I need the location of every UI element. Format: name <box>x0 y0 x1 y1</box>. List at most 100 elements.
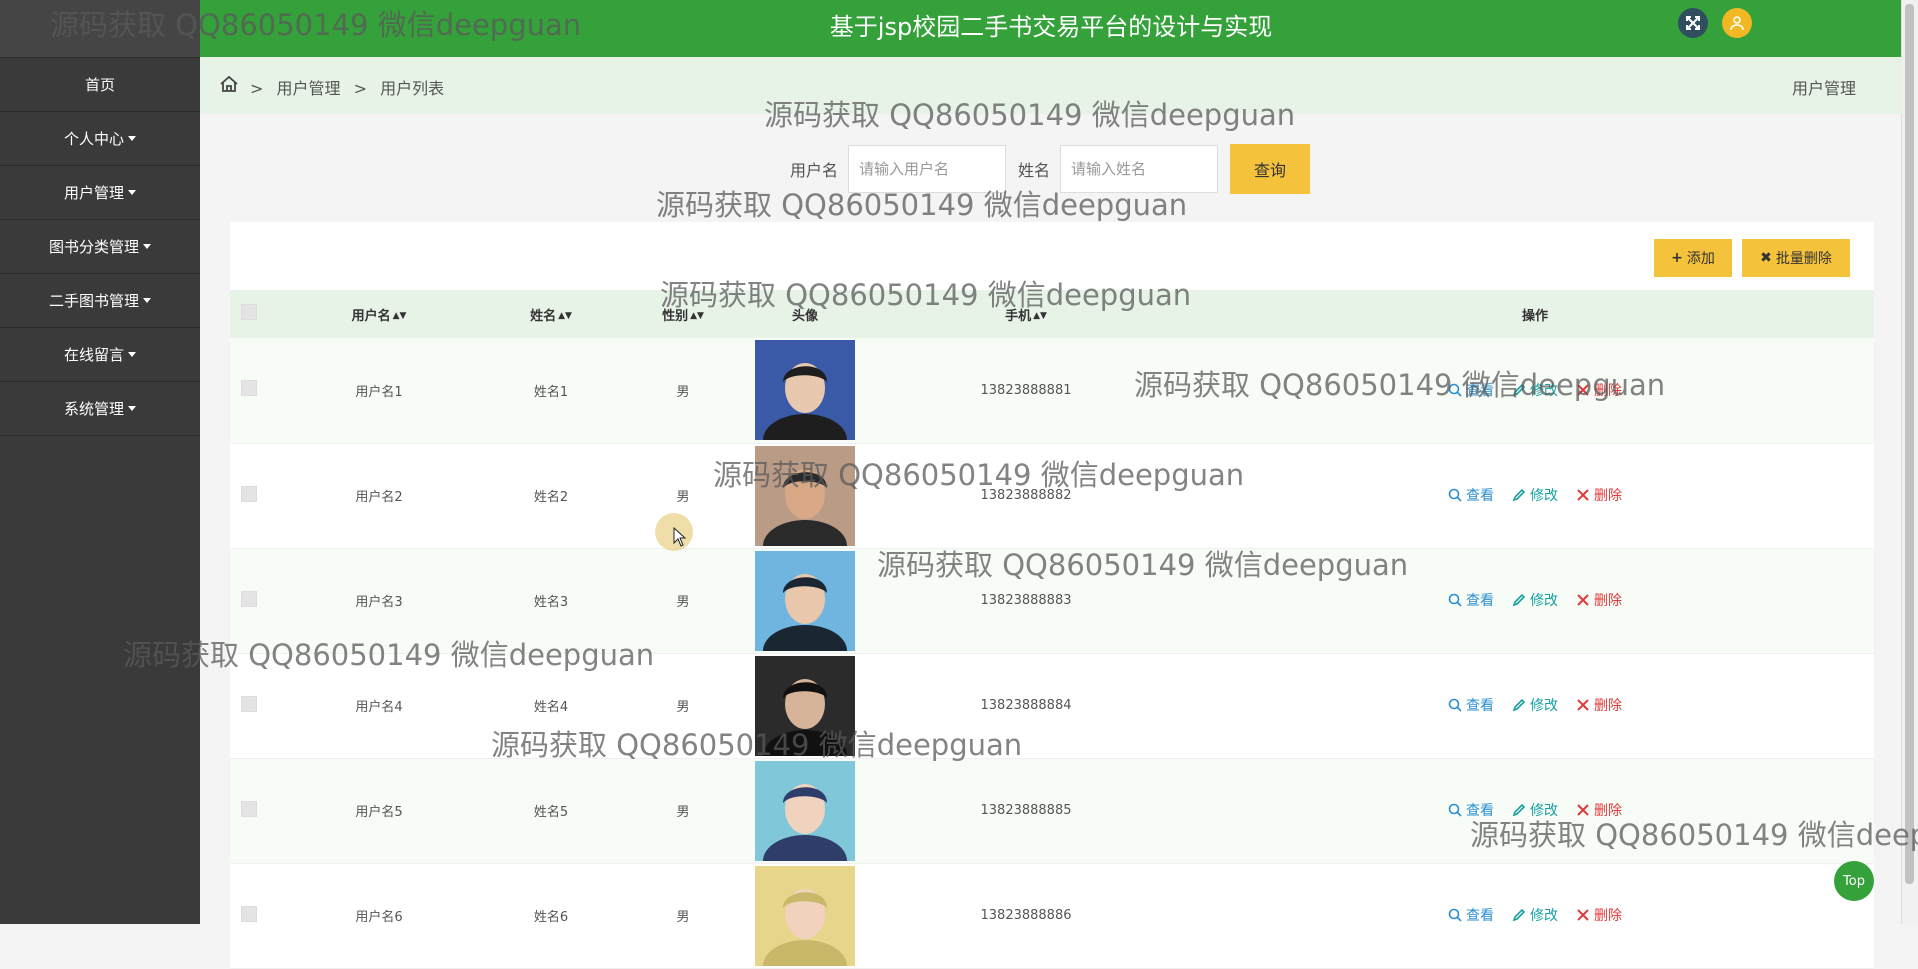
caret-down-icon <box>128 136 136 141</box>
ops-cell: 查看 修改 删除 <box>1196 653 1874 758</box>
page-scrollbar[interactable] <box>1901 0 1918 924</box>
col-name-label: 姓名 <box>530 308 557 324</box>
avatar-image <box>755 760 855 861</box>
view-button[interactable]: 查看 <box>1448 380 1494 400</box>
row-checkbox[interactable] <box>241 485 257 502</box>
close-icon <box>1577 594 1589 606</box>
row-select-cell <box>230 863 268 968</box>
username-cell: 用户名4 <box>355 700 403 715</box>
close-icon <box>1577 384 1589 396</box>
mouse-pointer-icon <box>673 527 687 547</box>
close-icon <box>1577 909 1589 921</box>
row-select-cell <box>230 653 268 758</box>
user-avatar-button[interactable] <box>1722 8 1752 38</box>
del-button[interactable]: 删除 <box>1576 485 1622 505</box>
user-table: 用户名 ▲▼ 姓名 ▲▼ 性别 ▲▼ 头像 手机 ▲▼ 操作 用户名1 姓名1 男 13823… <box>230 290 1874 969</box>
add-button[interactable]: + 添加 <box>1654 239 1732 277</box>
del-label: 删除 <box>1594 488 1622 504</box>
row-checkbox[interactable] <box>241 800 257 817</box>
edit-label: 修改 <box>1530 908 1558 924</box>
sidebar-item[interactable]: 个人中心 <box>0 112 200 166</box>
row-checkbox[interactable] <box>241 695 257 712</box>
view-button[interactable]: 查看 <box>1448 905 1494 925</box>
col-phone[interactable]: 手机 ▲▼ <box>856 290 1196 338</box>
avatar-cell <box>754 863 856 968</box>
fullscreen-button[interactable] <box>1678 8 1708 38</box>
edit-button[interactable]: 修改 <box>1512 485 1558 505</box>
edit-button[interactable]: 修改 <box>1512 905 1558 925</box>
sidebar-item[interactable]: 二手图书管理 <box>0 274 200 328</box>
select-all-checkbox[interactable] <box>241 304 257 320</box>
view-button[interactable]: 查看 <box>1448 800 1494 820</box>
edit-icon <box>1512 698 1526 712</box>
edit-icon <box>1512 488 1526 502</box>
col-name[interactable]: 姓名 ▲▼ <box>490 290 612 338</box>
sidebar-item[interactable]: 图书分类管理 <box>0 220 200 274</box>
close-icon <box>1577 804 1589 816</box>
phone-cell: 13823888886 <box>980 908 1072 923</box>
sidebar-item[interactable]: 用户管理 <box>0 166 200 220</box>
row-checkbox[interactable] <box>241 590 257 607</box>
phone-cell: 13823888883 <box>980 593 1072 608</box>
view-button[interactable]: 查看 <box>1448 485 1494 505</box>
del-label: 删除 <box>1594 803 1622 819</box>
batch-delete-button[interactable]: ✖ 批量删除 <box>1742 239 1850 277</box>
home-icon[interactable] <box>218 73 240 95</box>
caret-down-icon <box>143 244 151 249</box>
query-button[interactable]: 查询 <box>1230 144 1311 194</box>
username-label: 用户名 <box>790 161 839 180</box>
view-label: 查看 <box>1466 698 1494 714</box>
del-label: 删除 <box>1594 593 1622 609</box>
table-row[interactable]: 用户名4 姓名4 男 13823888884 查看 修改 删除 <box>230 653 1874 758</box>
table-row[interactable]: 用户名2 姓名2 男 13823888882 查看 修改 删除 <box>230 443 1874 548</box>
avatar-cell <box>754 653 856 758</box>
edit-button[interactable]: 修改 <box>1512 590 1558 610</box>
sidebar-header <box>0 0 200 58</box>
name-label: 姓名 <box>1018 161 1051 180</box>
del-button[interactable]: 删除 <box>1576 695 1622 715</box>
gender-cell: 男 <box>676 700 690 715</box>
col-username[interactable]: 用户名 ▲▼ <box>268 290 490 338</box>
sidebar-item[interactable]: 系统管理 <box>0 382 200 436</box>
sidebar-item[interactable]: 首页 <box>0 58 200 112</box>
edit-button[interactable]: 修改 <box>1512 380 1558 400</box>
breadcrumb-sep: > <box>353 79 368 98</box>
caret-down-icon <box>128 352 136 357</box>
edit-button[interactable]: 修改 <box>1512 800 1558 820</box>
username-cell: 用户名3 <box>355 595 403 610</box>
col-phone-label: 手机 <box>1005 308 1032 324</box>
search-icon <box>1448 488 1462 502</box>
gender-cell: 男 <box>676 595 690 610</box>
row-checkbox[interactable] <box>241 905 257 922</box>
name-input[interactable] <box>1060 145 1219 193</box>
del-button[interactable]: 删除 <box>1576 800 1622 820</box>
del-label: 删除 <box>1594 908 1622 924</box>
sidebar-item[interactable]: 在线留言 <box>0 328 200 382</box>
sidebar-item-label: 系统管理 <box>63 400 124 418</box>
del-button[interactable]: 删除 <box>1576 380 1622 400</box>
table-row[interactable]: 用户名5 姓名5 男 13823888885 查看 修改 删除 <box>230 758 1874 863</box>
username-input[interactable] <box>848 145 1007 193</box>
view-button[interactable]: 查看 <box>1448 590 1494 610</box>
table-row[interactable]: 用户名6 姓名6 男 13823888886 查看 修改 删除 <box>230 863 1874 968</box>
avatar-cell <box>754 548 856 653</box>
edit-button[interactable]: 修改 <box>1512 695 1558 715</box>
user-icon <box>1730 16 1744 31</box>
table-row[interactable]: 用户名3 姓名3 男 13823888883 查看 修改 删除 <box>230 548 1874 653</box>
edit-icon <box>1512 908 1526 922</box>
caret-down-icon <box>128 190 136 195</box>
avatar-image <box>755 340 855 441</box>
row-checkbox[interactable] <box>241 380 257 397</box>
del-button[interactable]: 删除 <box>1576 590 1622 610</box>
view-button[interactable]: 查看 <box>1448 695 1494 715</box>
edit-label: 修改 <box>1530 803 1558 819</box>
del-button[interactable]: 删除 <box>1576 905 1622 925</box>
name-cell: 姓名5 <box>533 805 569 820</box>
table-row[interactable]: 用户名1 姓名1 男 13823888881 查看 修改 删除 <box>230 338 1874 443</box>
edit-icon <box>1512 593 1526 607</box>
phone-cell: 13823888884 <box>980 698 1072 713</box>
back-to-top-button[interactable]: Top <box>1834 861 1874 901</box>
ops-cell: 查看 修改 删除 <box>1196 548 1874 653</box>
breadcrumb-level1[interactable]: 用户管理 <box>277 79 341 98</box>
col-gender[interactable]: 性别 ▲▼ <box>612 290 754 338</box>
